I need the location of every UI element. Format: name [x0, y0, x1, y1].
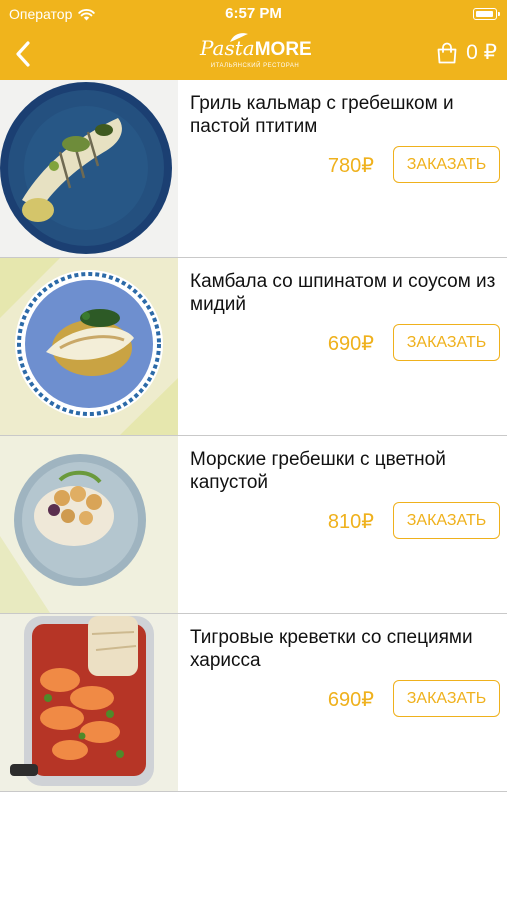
cart-button[interactable]: 0 ₽ — [436, 40, 497, 65]
dish-image-grilled-squid — [0, 80, 178, 257]
order-button[interactable]: ЗАКАЗАТЬ — [393, 680, 500, 717]
dish-price: 780₽ — [327, 155, 374, 177]
dish-name: Гриль кальмар с гребешком и пастой птити… — [190, 93, 454, 137]
dish-price: 810₽ — [327, 511, 374, 533]
dish-name: Камбала со шпинатом и соусом из мидий — [190, 271, 496, 315]
dish-price: 690₽ — [327, 333, 374, 355]
nav-bar: PastaMORE ИТАЛЬЯНСКИЙ РЕСТОРАН 0 ₽ — [0, 28, 507, 80]
status-bar: Оператор 6:57 PM — [0, 0, 507, 28]
menu-list: Гриль кальмар с гребешком и пастой птити… — [0, 80, 507, 792]
menu-item[interactable]: Тигровые креветки со специями харисса 69… — [0, 614, 507, 792]
logo: PastaMORE ИТАЛЬЯНСКИЙ РЕСТОРАН — [200, 33, 312, 76]
order-button[interactable]: ЗАКАЗАТЬ — [393, 146, 500, 183]
dish-name: Морские гребешки с цветной капустой — [190, 449, 446, 493]
dish-image-flounder — [0, 258, 178, 435]
dish-image-tiger-prawns — [0, 614, 178, 791]
chevron-left-icon — [16, 41, 30, 67]
logo-text-bold: MORE — [254, 39, 312, 60]
order-button[interactable]: ЗАКАЗАТЬ — [393, 324, 500, 361]
menu-item[interactable]: Камбала со шпинатом и соусом из мидий 69… — [0, 258, 507, 436]
order-button[interactable]: ЗАКАЗАТЬ — [393, 502, 500, 539]
dish-image-scallops — [0, 436, 178, 613]
dish-name: Тигровые креветки со специями харисса — [190, 627, 473, 671]
battery-icon — [473, 8, 500, 20]
menu-item[interactable]: Морские гребешки с цветной капустой 810₽… — [0, 436, 507, 614]
logo-tagline: ИТАЛЬЯНСКИЙ РЕСТОРАН — [210, 63, 300, 69]
cart-total: 0 ₽ — [466, 41, 497, 64]
status-time: 6:57 PM — [225, 5, 282, 22]
back-button[interactable] — [6, 37, 40, 71]
shopping-bag-icon — [437, 42, 457, 63]
logo-wordmark: PastaMORE — [200, 36, 312, 62]
menu-item[interactable]: Гриль кальмар с гребешком и пастой птити… — [0, 80, 507, 258]
dish-price: 690₽ — [327, 689, 374, 711]
leaf-icon — [230, 33, 248, 42]
